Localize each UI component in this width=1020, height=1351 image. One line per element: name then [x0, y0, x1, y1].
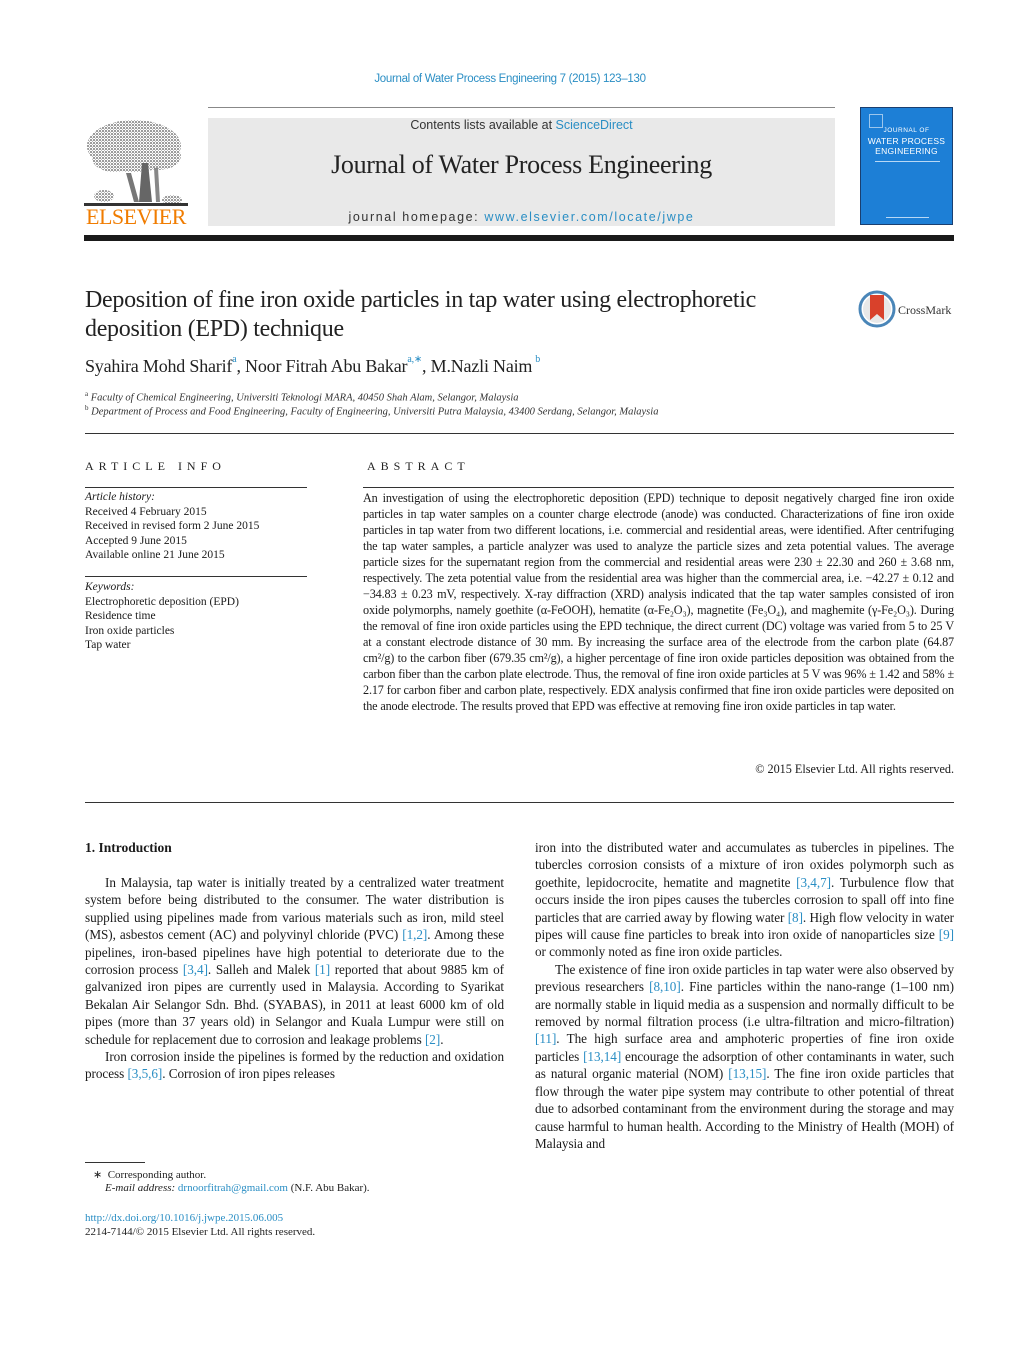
- email-suffix: (N.F. Abu Bakar).: [287, 1182, 370, 1194]
- history-item: Accepted 9 June 2015: [85, 534, 187, 547]
- elsevier-logo[interactable]: ELSEVIER: [84, 118, 188, 228]
- citation-link[interactable]: [8,10]: [649, 979, 681, 994]
- section-divider: [85, 433, 954, 434]
- elsevier-wordmark: ELSEVIER: [86, 204, 186, 229]
- citation-link[interactable]: [11]: [535, 1031, 556, 1046]
- affiliation-text: Faculty of Chemical Engineering, Univers…: [90, 392, 519, 404]
- section-heading-introduction: 1. Introduction: [85, 840, 172, 855]
- doi-link[interactable]: http://dx.doi.org/10.1016/j.jwpe.2015.06…: [85, 1212, 283, 1224]
- affiliation: a Faculty of Chemical Engineering, Unive…: [85, 390, 519, 404]
- citation-link[interactable]: [1]: [315, 962, 330, 977]
- email-label: E-mail address:: [105, 1182, 178, 1194]
- body-text: .: [440, 1031, 444, 1047]
- journal-title: Journal of Water Process Engineering: [331, 150, 712, 179]
- author-separator: ,: [236, 356, 246, 376]
- author-name[interactable]: Syahira Mohd Sharif: [85, 356, 232, 376]
- footnote-rule: [85, 1162, 145, 1163]
- history-item: Available online 21 June 2015: [85, 549, 225, 561]
- author-list: Syahira Mohd Sharifa, Noor Fitrah Abu Ba…: [85, 354, 540, 377]
- footnote-mark: ∗: [93, 1169, 103, 1181]
- citation-link[interactable]: [1,2]: [402, 927, 427, 942]
- homepage-link[interactable]: www.elsevier.com/locate/jwpe: [484, 210, 694, 224]
- affiliation-mark: a: [85, 390, 89, 398]
- contents-prefix: Contents lists available at: [410, 118, 556, 132]
- contents-line: Contents lists available at ScienceDirec…: [208, 118, 835, 132]
- cover-line-3: ENGINEERING: [875, 146, 938, 156]
- email-note: E-mail address: drnoorfitrah@gmail.com (…: [105, 1182, 370, 1194]
- cover-line-2: WATER PROCESS: [867, 136, 946, 146]
- author-name[interactable]: Noor Fitrah Abu Bakar: [245, 356, 407, 376]
- abstract-divider: [363, 487, 954, 488]
- keywords-label: Keywords:: [85, 581, 135, 593]
- cover-line-1: JOURNAL OF: [883, 127, 930, 134]
- corresponding-author-label: Corresponding author.: [107, 1169, 207, 1181]
- header-rule: [208, 107, 835, 108]
- affiliation-mark: b: [85, 404, 89, 412]
- crossmark-badge[interactable]: CrossMark: [858, 290, 958, 330]
- body-text: . Corrosion of iron pipes releases: [162, 1066, 335, 1082]
- history-item: Received in revised form 2 June 2015: [85, 520, 260, 532]
- sciencedirect-link[interactable]: ScienceDirect: [556, 118, 633, 132]
- citation-link[interactable]: [3,4]: [183, 962, 208, 977]
- body-text: or commonly noted as fine iron oxide par…: [535, 944, 783, 960]
- body-column-left: In Malaysia, tap water is initially trea…: [85, 874, 504, 1083]
- issn-line: 2214-7144/© 2015 Elsevier Ltd. All right…: [85, 1226, 316, 1238]
- citation-link[interactable]: [13,14]: [583, 1049, 621, 1064]
- crossmark-label: CrossMark: [898, 303, 952, 317]
- homepage-line: journal homepage: www.elsevier.com/locat…: [208, 210, 835, 224]
- keyword: Iron oxide particles: [85, 624, 175, 637]
- homepage-prefix: journal homepage:: [348, 210, 485, 224]
- journal-citation[interactable]: Journal of Water Process Engineering 7 (…: [0, 73, 1020, 85]
- author-affiliation-mark[interactable]: a,∗: [407, 354, 422, 365]
- affiliation: b Department of Process and Food Enginee…: [85, 404, 658, 418]
- author-separator: ,: [422, 356, 431, 376]
- abstract-heading: ABSTRACT: [367, 459, 470, 473]
- cover-footer-line: [886, 217, 929, 218]
- citation-link[interactable]: [9]: [939, 927, 954, 942]
- body-paragraph: Iron corrosion inside the pipelines is f…: [85, 1048, 504, 1083]
- citation-link[interactable]: [8]: [788, 910, 803, 925]
- abstract-end-divider: [85, 802, 954, 803]
- journal-cover-thumbnail[interactable]: JOURNAL OF WATER PROCESS ENGINEERING: [860, 107, 953, 225]
- body-text: . Salleh and Malek: [207, 962, 315, 978]
- abstract-text: An investigation of using the electropho…: [363, 491, 954, 713]
- keyword: Tap water: [85, 639, 131, 651]
- cover-divider: [875, 161, 940, 162]
- article-title: Deposition of fine iron oxide particles …: [85, 287, 756, 342]
- abstract-copyright: © 2015 Elsevier Ltd. All rights reserved…: [755, 762, 954, 776]
- body-paragraph: The existence of fine iron oxide particl…: [535, 961, 954, 1152]
- body-paragraph: In Malaysia, tap water is initially trea…: [85, 874, 504, 1048]
- body-paragraph: iron into the distributed water and accu…: [535, 839, 954, 961]
- history-item: Received 4 February 2015: [85, 505, 207, 518]
- article-info-heading: ARTICLE INFO: [85, 459, 226, 473]
- citation-link[interactable]: [3,4,7]: [796, 875, 831, 890]
- keywords-divider: [85, 576, 307, 577]
- article-history: Article history: Received 4 February 201…: [85, 490, 307, 563]
- article-history-label: Article history:: [85, 491, 155, 503]
- journal-masthead: Contents lists available at ScienceDirec…: [208, 118, 835, 226]
- corresponding-author-note: ∗ Corresponding author.: [93, 1168, 206, 1181]
- cover-logo-icon: [869, 114, 883, 128]
- citation-link[interactable]: [2]: [425, 1032, 440, 1047]
- citation-link[interactable]: [3,5,6]: [127, 1066, 162, 1081]
- citation-link[interactable]: [13,15]: [728, 1066, 766, 1081]
- crossmark-icon: [858, 290, 896, 328]
- keyword: Residence time: [85, 610, 156, 622]
- keywords: Keywords: Electrophoretic deposition (EP…: [85, 580, 307, 653]
- affiliation-text: Department of Process and Food Engineeri…: [91, 406, 659, 418]
- tree-icon: [84, 120, 188, 206]
- article-info-divider: [85, 487, 307, 488]
- author-affiliation-mark[interactable]: a: [232, 354, 236, 365]
- keyword: Electrophoretic deposition (EPD): [85, 595, 239, 608]
- header-thick-rule: [84, 235, 954, 241]
- body-column-right: iron into the distributed water and accu…: [535, 839, 954, 1152]
- author-affiliation-mark[interactable]: b: [535, 354, 540, 365]
- author-name[interactable]: M.Nazli Naim: [431, 356, 533, 376]
- email-link[interactable]: drnoorfitrah@gmail.com: [178, 1182, 288, 1194]
